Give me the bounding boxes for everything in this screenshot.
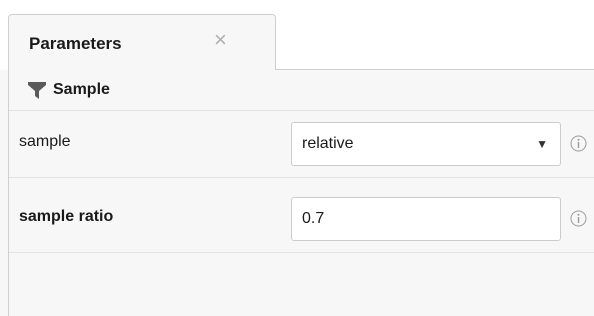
tab-parameters[interactable]: Parameters × bbox=[8, 14, 276, 70]
sample-ratio-input[interactable] bbox=[291, 197, 561, 241]
section-header-sample: Sample bbox=[9, 70, 594, 110]
select-value: relative bbox=[302, 135, 354, 152]
info-icon[interactable] bbox=[570, 210, 587, 227]
funnel-icon bbox=[28, 82, 46, 99]
param-label: sample bbox=[19, 133, 71, 150]
divider bbox=[9, 252, 594, 253]
divider bbox=[9, 177, 594, 178]
tab-title: Parameters bbox=[29, 34, 122, 53]
param-row-sample: sample relative ▼ bbox=[9, 111, 594, 177]
info-icon[interactable] bbox=[570, 135, 587, 152]
close-icon[interactable]: × bbox=[214, 29, 227, 51]
section-title: Sample bbox=[53, 81, 110, 98]
sample-select[interactable]: relative ▼ bbox=[291, 122, 561, 166]
param-row-sample-ratio: sample ratio bbox=[9, 186, 594, 252]
tab-bar: Parameters × bbox=[0, 0, 594, 70]
param-label: sample ratio bbox=[19, 208, 114, 225]
parameters-panel: Parameters × Sample sample relative ▼ sa… bbox=[0, 0, 594, 316]
chevron-down-icon[interactable]: ▼ bbox=[536, 123, 548, 165]
